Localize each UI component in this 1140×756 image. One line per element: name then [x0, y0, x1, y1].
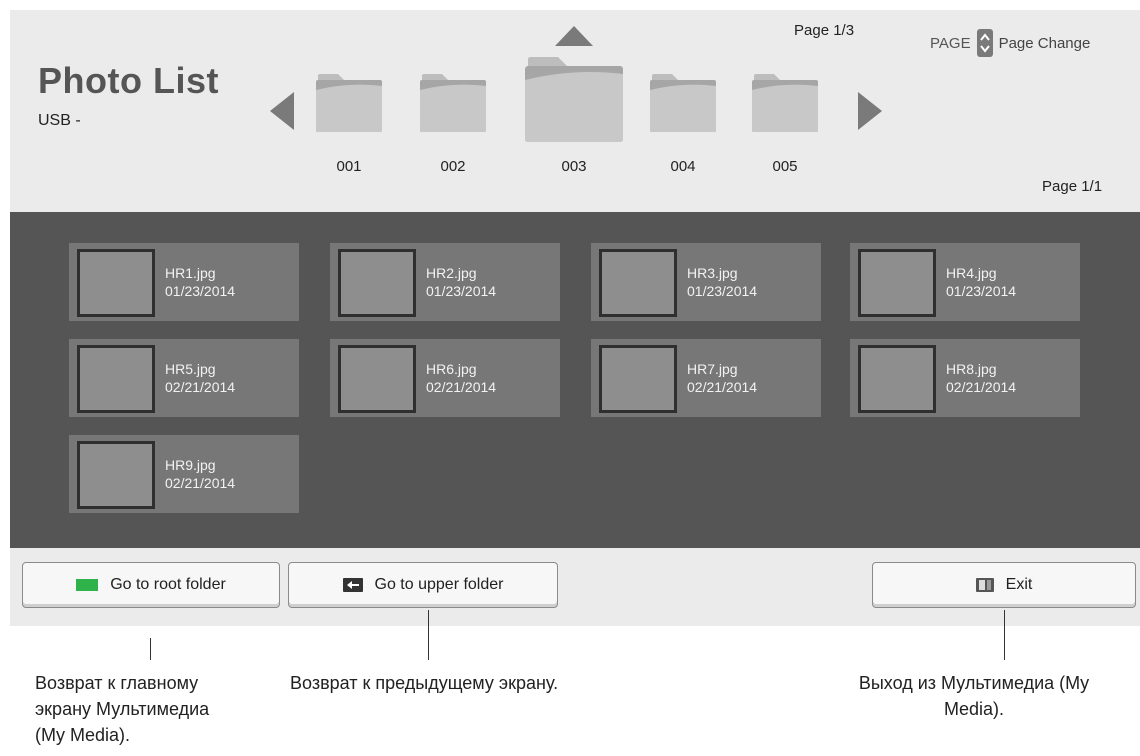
photo-tile[interactable]: HR8.jpg 02/21/2014 [850, 339, 1080, 417]
photo-thumbnail [858, 345, 936, 413]
folder-icon [420, 74, 486, 132]
photo-filename: HR9.jpg [165, 457, 216, 473]
go-to-upper-folder-button[interactable]: Go to upper folder [288, 562, 558, 608]
page-updown-icon [976, 29, 993, 57]
source-label: USB - [38, 112, 81, 129]
photo-date: 02/21/2014 [426, 379, 497, 395]
photo-filename: HR8.jpg [946, 361, 997, 377]
photo-thumbnail [77, 249, 155, 317]
annotation-line: Media). [943, 699, 1005, 719]
photo-page-indicator: Page 1/1 [1042, 178, 1103, 195]
photo-thumbnail [599, 345, 677, 413]
annotation-line: Выход из Мультимедиа (My [858, 673, 1090, 693]
go-to-root-folder-button[interactable]: Go to root folder [22, 562, 280, 608]
page-change-hint: PAGE Page Change [930, 26, 1090, 60]
folder-label: 005 [772, 158, 798, 175]
annotation-line: (My Media). [35, 725, 131, 745]
green-key-icon [76, 579, 99, 591]
photo-date: 01/23/2014 [165, 283, 236, 299]
photo-filename: HR7.jpg [687, 361, 738, 377]
photo-filename: HR3.jpg [687, 265, 738, 281]
photo-thumbnail [77, 345, 155, 413]
photo-filename: HR1.jpg [165, 265, 216, 281]
page-title: Photo List [38, 60, 219, 101]
folder-label: 004 [670, 158, 696, 175]
photo-tile[interactable]: HR3.jpg 01/23/2014 [591, 243, 821, 321]
page-key-label: PAGE [930, 34, 971, 52]
folder-prev-arrow-icon[interactable] [270, 92, 294, 130]
annotation-line: Возврат к главному [35, 673, 199, 693]
photo-filename: HR4.jpg [946, 265, 997, 281]
page-change-label: Page Change [998, 34, 1091, 52]
header: Photo List USB - Page 1/3 Page 1/1 PAGE … [10, 10, 1140, 212]
annotation-pointer-line [1004, 610, 1005, 660]
annotation-pointer-line [428, 610, 429, 660]
exit-label: Exit [1005, 576, 1033, 593]
folder-item-selected[interactable] [525, 54, 623, 147]
annotation-upper-folder: Возврат к предыдущему экрану. [290, 670, 710, 696]
photo-tile[interactable]: HR6.jpg 02/21/2014 [330, 339, 560, 417]
folder-label: 002 [440, 158, 466, 175]
photo-filename: HR6.jpg [426, 361, 477, 377]
photo-date: 02/21/2014 [165, 475, 236, 491]
photo-thumbnail [338, 345, 416, 413]
folder-item[interactable] [316, 72, 382, 137]
scroll-up-arrow-icon[interactable] [555, 26, 593, 46]
folder-icon [525, 57, 623, 142]
bottom-action-bar: Go to root folder Go to upper folder Exi… [10, 548, 1140, 626]
photo-thumbnail [599, 249, 677, 317]
photo-tile[interactable]: HR9.jpg 02/21/2014 [69, 435, 299, 513]
photo-date: 01/23/2014 [426, 283, 497, 299]
photo-filename: HR5.jpg [165, 361, 216, 377]
folder-item[interactable] [752, 72, 818, 137]
photo-tile[interactable]: HR2.jpg 01/23/2014 [330, 243, 560, 321]
annotation-line: Возврат к предыдущему экрану. [290, 673, 559, 693]
photo-date: 01/23/2014 [687, 283, 758, 299]
photo-tile[interactable]: HR4.jpg 01/23/2014 [850, 243, 1080, 321]
photo-tile[interactable]: HR5.jpg 02/21/2014 [69, 339, 299, 417]
photo-tile[interactable]: HR7.jpg 02/21/2014 [591, 339, 821, 417]
go-to-upper-folder-label: Go to upper folder [374, 576, 504, 593]
photo-tile[interactable]: HR1.jpg 01/23/2014 [69, 243, 299, 321]
back-key-icon [342, 578, 363, 592]
photo-grid: HR1.jpg 01/23/2014 HR2.jpg 01/23/2014 HR… [10, 212, 1140, 548]
folder-item[interactable] [650, 72, 716, 137]
folder-item[interactable] [420, 72, 486, 137]
photo-thumbnail [338, 249, 416, 317]
photo-thumbnail [858, 249, 936, 317]
photo-date: 02/21/2014 [165, 379, 236, 395]
folder-icon [752, 74, 818, 132]
folder-next-arrow-icon[interactable] [858, 92, 882, 130]
annotation-line: экрану Мультимедиа [35, 699, 210, 719]
folder-icon [650, 74, 716, 132]
photo-date: 02/21/2014 [687, 379, 758, 395]
folder-icon [316, 74, 382, 132]
folder-label: 003 [561, 158, 587, 175]
annotation-exit: Выход из Мультимедиа (My Media). [810, 670, 1138, 722]
annotation-root-folder: Возврат к главному экрану Мультимедиа (M… [35, 670, 295, 748]
photo-date: 02/21/2014 [946, 379, 1017, 395]
photo-thumbnail [77, 441, 155, 509]
go-to-root-folder-label: Go to root folder [110, 576, 226, 593]
photo-filename: HR2.jpg [426, 265, 477, 281]
exit-key-icon [975, 577, 994, 593]
exit-button[interactable]: Exit [872, 562, 1136, 608]
folder-label: 001 [336, 158, 362, 175]
photo-date: 01/23/2014 [946, 283, 1017, 299]
annotation-pointer-line [150, 638, 151, 660]
folder-page-indicator: Page 1/3 [794, 22, 855, 39]
